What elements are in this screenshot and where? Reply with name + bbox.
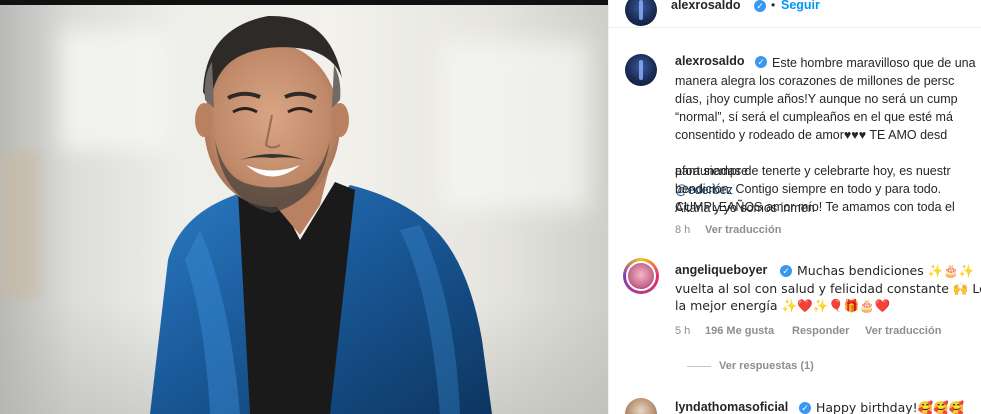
caption-line: Este hombre maravilloso que de una <box>772 56 976 70</box>
view-replies-label: Ver respuestas (1) <box>719 360 814 372</box>
comment-likes[interactable]: 196 Me gusta <box>705 325 774 337</box>
comment-time[interactable]: 5 h <box>675 325 690 337</box>
caption-line: bendición. Contigo siempre en todo y par… <box>675 182 942 196</box>
follow-button[interactable]: Seguir <box>781 0 820 12</box>
verified-badge-icon: ✓ <box>754 0 766 12</box>
caption-line: manera alegra los corazones de millones … <box>675 74 955 88</box>
post-time[interactable]: 8 h <box>675 224 690 236</box>
reply-label: Responder <box>792 325 850 337</box>
caption-line: afortunadas de tenerte y celebrarte hoy,… <box>675 164 951 178</box>
commenter-avatar[interactable] <box>625 398 657 414</box>
comment-translate-link[interactable]: Ver traducción <box>865 325 941 337</box>
avatar-photo <box>626 261 656 291</box>
caption-line: “normal”, sí será el cumpleaños en el qu… <box>675 110 953 124</box>
replies-divider <box>687 366 711 367</box>
caption-line: días, ¡hoy cumple años!Y aunque no será … <box>675 92 958 106</box>
post-header: alexrosaldo ✓ • Seguir <box>609 0 981 28</box>
comment-text-line: la mejor energía ✨❤️✨🎈🎁🎂❤️ <box>675 298 891 313</box>
author-username[interactable]: alexrosaldo <box>671 0 740 12</box>
caption-translate-link[interactable]: Ver traducción <box>705 224 781 236</box>
caption-line: consentido y rodeado de amor♥♥♥ TE AMO d… <box>675 128 948 142</box>
verified-badge-icon: ✓ <box>755 56 767 68</box>
comment-text-line: Muchas bendiciones ✨🎂✨ <box>797 263 975 278</box>
likes-count: 196 Me gusta <box>705 325 775 337</box>
author-avatar[interactable] <box>625 0 657 26</box>
caption-author-username[interactable]: alexrosaldo <box>675 54 744 68</box>
header-separator: • <box>771 0 776 12</box>
verified-badge-icon: ✓ <box>780 265 792 277</box>
verified-badge-icon: ✓ <box>799 402 811 414</box>
reply-button[interactable]: Responder <box>792 325 849 337</box>
comment-text-line: vuelta al sol con salud y felicidad cons… <box>675 281 981 296</box>
caption-author-avatar[interactable] <box>625 54 657 86</box>
view-replies-button[interactable]: Ver respuestas (1) <box>719 360 814 372</box>
portrait-illustration <box>150 15 492 414</box>
translate-label: Ver traducción <box>705 224 782 236</box>
commenter-avatar[interactable] <box>623 258 659 294</box>
comment-text-line: Happy birthday!🥰🥰🥰 <box>816 400 965 414</box>
translate-label: Ver traducción <box>865 325 942 337</box>
commenter-username[interactable]: lyndathomasoficial <box>675 400 788 414</box>
commenter-username[interactable]: angeliqueboyer <box>675 263 767 277</box>
post-image[interactable] <box>0 0 608 414</box>
caption-line: CUMPLEAÑOS amor mío! Te amamos con toda … <box>675 200 955 214</box>
post-side-panel: alexrosaldo ✓ • Seguir alexrosaldo ✓ Est… <box>608 0 981 414</box>
